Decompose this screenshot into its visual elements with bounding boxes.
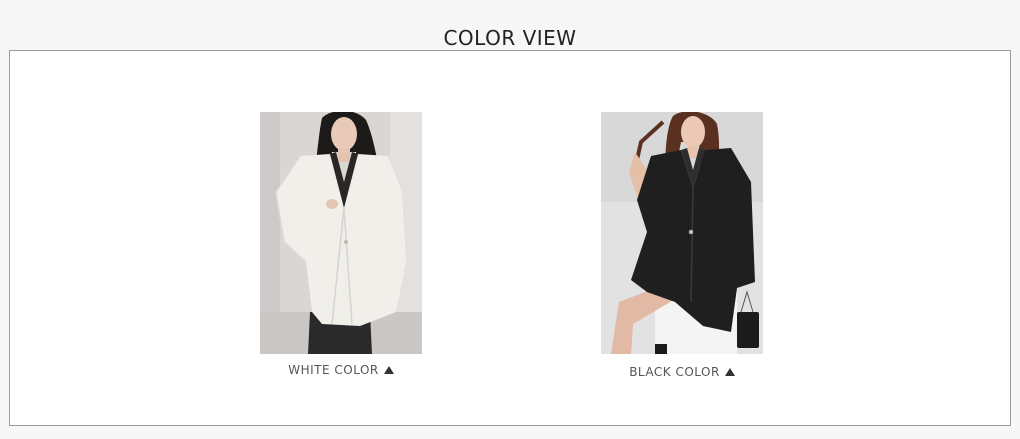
color-view-panel: WHITE COLOR BLACK COLOR	[9, 50, 1011, 426]
color-label-white: WHITE COLOR	[288, 363, 379, 377]
triangle-up-icon	[724, 368, 735, 376]
white-blazer-photo	[260, 112, 422, 354]
triangle-up-icon	[383, 366, 394, 374]
page-title: COLOR VIEW	[443, 26, 577, 51]
black-blazer-photo	[601, 112, 763, 354]
color-option-black[interactable]: BLACK COLOR	[601, 112, 763, 379]
color-label-black: BLACK COLOR	[629, 365, 720, 379]
color-option-white[interactable]: WHITE COLOR	[260, 112, 422, 377]
